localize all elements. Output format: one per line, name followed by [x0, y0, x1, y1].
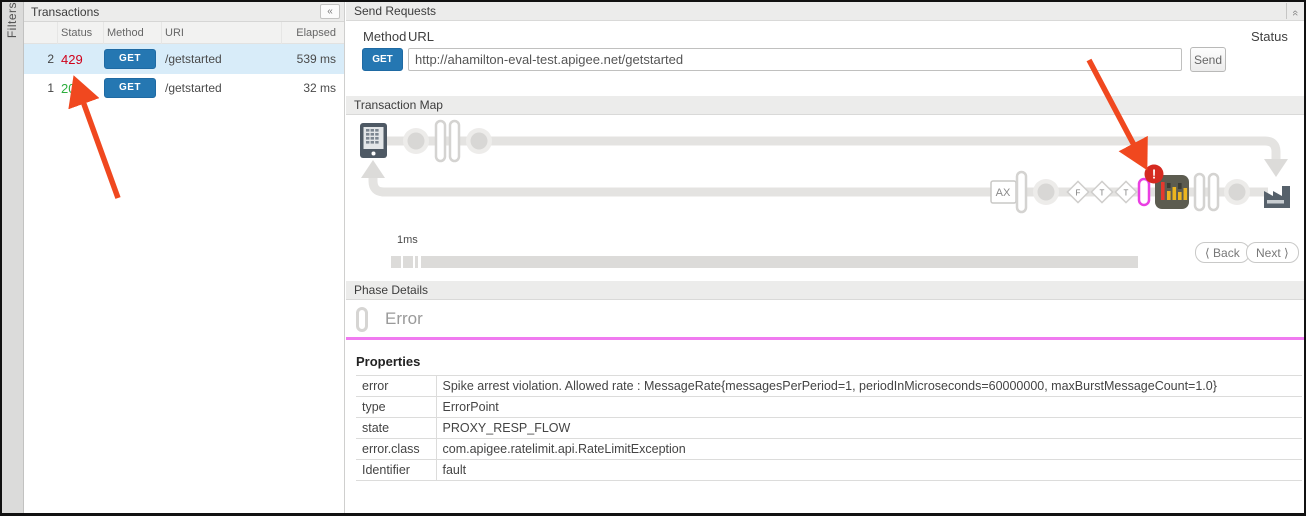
phase-details-title: Phase Details — [354, 283, 428, 297]
property-key: state — [356, 418, 436, 439]
response-policy-pill[interactable] — [1195, 174, 1204, 210]
status-badge: 200 — [58, 81, 104, 96]
properties-title: Properties — [356, 354, 1306, 369]
response-policy-pill[interactable] — [1017, 172, 1026, 212]
table-row: errorSpike arrest violation. Allowed rat… — [356, 376, 1302, 397]
property-value: ErrorPoint — [436, 397, 1302, 418]
send-button[interactable]: Send — [1190, 47, 1226, 72]
send-requests-form: Method URL Status GET Send — [346, 21, 1306, 96]
column-header-method: Method — [104, 22, 162, 44]
response-arrowhead-icon — [361, 160, 385, 178]
error-badge-icon: ! — [1145, 165, 1164, 184]
svg-text:T: T — [1100, 189, 1105, 198]
phase-policy-pill-icon — [356, 307, 368, 332]
send-requests-title: Send Requests — [354, 4, 436, 18]
request-arrowhead-icon — [1264, 159, 1288, 177]
url-label: URL — [408, 29, 434, 44]
client-phone-icon[interactable] — [360, 123, 387, 158]
method-select[interactable]: GET — [362, 48, 403, 71]
trace-tool-window: Filters Transactions « Status Method URI… — [0, 0, 1306, 516]
table-row: typeErrorPoint — [356, 397, 1302, 418]
request-policy-pill[interactable] — [450, 121, 459, 161]
timeline-scale-label: 1ms — [397, 234, 418, 246]
request-step-dot[interactable] — [466, 128, 492, 154]
table-row: Identifierfault — [356, 460, 1302, 481]
property-value: fault — [436, 460, 1302, 481]
trace-detail-panel: Send Requests « Method URL Status GET Se… — [346, 2, 1306, 513]
collapse-send-requests-icon[interactable]: « — [1286, 3, 1304, 19]
timeline-track[interactable] — [421, 256, 1138, 268]
property-key: error — [356, 376, 436, 397]
column-header-index — [24, 22, 58, 44]
transaction-uri: /getstarted — [162, 81, 282, 95]
transactions-panel: Transactions « Status Method URI Elapsed… — [24, 2, 345, 513]
property-key: Identifier — [356, 460, 436, 481]
transaction-map-title: Transaction Map — [354, 98, 443, 112]
property-key: type — [356, 397, 436, 418]
response-policy-pill[interactable] — [1209, 174, 1218, 210]
transaction-index: 1 — [24, 81, 58, 95]
transaction-map-header: Transaction Map — [346, 96, 1306, 115]
transactions-column-headers: Status Method URI Elapsed — [24, 22, 344, 44]
column-header-elapsed: Elapsed — [282, 22, 344, 44]
method-badge: GET — [104, 49, 156, 69]
selected-error-policy-pill[interactable] — [1139, 179, 1149, 205]
transaction-elapsed: 539 ms — [282, 52, 344, 66]
request-step-dot[interactable] — [403, 128, 429, 154]
transactions-header: Transactions « — [24, 2, 344, 22]
status-label: Status — [1251, 29, 1288, 44]
url-input[interactable] — [408, 48, 1182, 71]
timeline-segment[interactable] — [415, 256, 418, 268]
condition-diamond-t1[interactable]: T — [1091, 181, 1112, 202]
ax-step-label: AX — [996, 187, 1011, 199]
condition-diamond-f[interactable]: F — [1067, 181, 1088, 202]
transaction-uri: /getstarted — [162, 52, 282, 66]
column-header-status: Status — [58, 22, 104, 44]
filters-rail-label: Filters — [2, 2, 22, 48]
phase-details-header: Phase Details — [346, 281, 1306, 300]
transaction-map-canvas: AX F T T — [346, 115, 1306, 281]
condition-diamond-t2[interactable]: T — [1115, 181, 1136, 202]
status-badge: 429 — [58, 52, 104, 67]
svg-text:F: F — [1076, 189, 1081, 198]
properties-table: errorSpike arrest violation. Allowed rat… — [356, 375, 1302, 481]
back-button[interactable]: ⟨ Back — [1195, 242, 1250, 263]
send-requests-header: Send Requests « — [346, 2, 1306, 21]
response-step-dot[interactable] — [1033, 179, 1059, 205]
svg-text:T: T — [1124, 189, 1129, 198]
collapse-left-panel-icon[interactable]: « — [320, 4, 340, 19]
transaction-index: 2 — [24, 52, 58, 66]
phase-name: Error — [385, 309, 423, 329]
table-row: statePROXY_RESP_FLOW — [356, 418, 1302, 439]
svg-text:!: ! — [1152, 167, 1156, 182]
transactions-title: Transactions — [31, 5, 320, 19]
next-button[interactable]: Next ⟩ — [1246, 242, 1299, 263]
column-header-uri: URI — [162, 22, 282, 44]
table-row-transaction-200[interactable]: 1 200 GET /getstarted 32 ms — [24, 74, 344, 102]
timeline-segment[interactable] — [403, 256, 413, 268]
timeline-segment[interactable] — [391, 256, 401, 268]
property-value: com.apigee.ratelimit.api.RateLimitExcept… — [436, 439, 1302, 460]
phase-details-row: Error — [346, 300, 1306, 340]
request-track — [380, 141, 1276, 159]
table-row-transaction-429[interactable]: 2 429 GET /getstarted 539 ms — [24, 44, 344, 74]
request-policy-pill[interactable] — [436, 121, 445, 161]
table-row: error.classcom.apigee.ratelimit.api.Rate… — [356, 439, 1302, 460]
method-badge: GET — [104, 78, 156, 98]
method-label: Method — [363, 29, 406, 44]
property-value: Spike arrest violation. Allowed rate : M… — [436, 376, 1302, 397]
transaction-elapsed: 32 ms — [282, 81, 344, 95]
property-value: PROXY_RESP_FLOW — [436, 418, 1302, 439]
property-key: error.class — [356, 439, 436, 460]
filters-rail-tab[interactable]: Filters — [2, 2, 24, 513]
properties-section: Properties errorSpike arrest violation. … — [346, 340, 1306, 481]
response-step-dot[interactable] — [1224, 179, 1250, 205]
